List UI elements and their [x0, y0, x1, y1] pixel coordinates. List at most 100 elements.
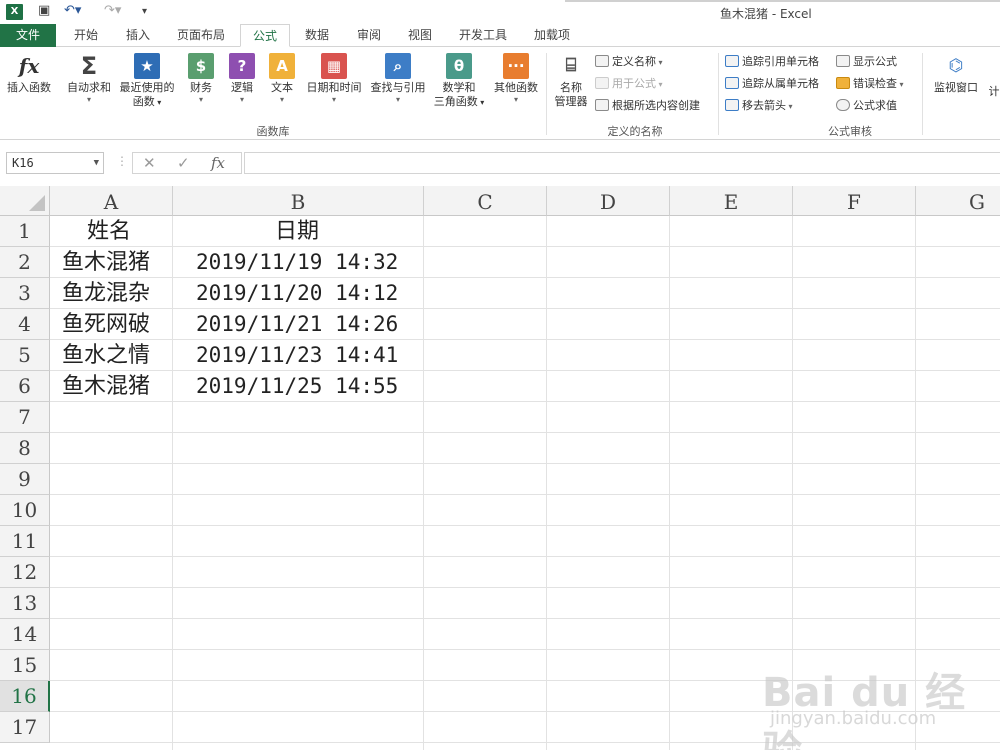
recently-used-button[interactable]: ★ 最近使用的 函数 ▾ — [116, 53, 178, 110]
row-header[interactable]: 3 — [0, 278, 50, 309]
row-header[interactable]: 6 — [0, 371, 50, 402]
group-label-formula-auditing: 公式审核 — [828, 125, 872, 138]
fx-icon[interactable]: fx — [211, 153, 225, 173]
math-trig-button[interactable]: θ 数学和 三角函数 ▾ — [430, 53, 488, 110]
date-time-button[interactable]: ▦ 日期和时间 ▾ — [302, 53, 366, 104]
redo-icon[interactable]: ↷▾ — [104, 3, 121, 18]
gridline — [50, 432, 1000, 433]
cell-b1[interactable]: 日期 — [275, 216, 319, 247]
tab-insert[interactable]: 插入 — [116, 24, 160, 47]
cancel-icon[interactable]: ✕ — [143, 153, 156, 173]
create-from-selection-button[interactable]: 根据所选内容创建 — [595, 97, 700, 115]
watermark-url: jingyan.baidu.com — [770, 708, 937, 729]
gridline — [50, 494, 1000, 495]
cell-a6[interactable]: 鱼木混猪 — [62, 371, 150, 402]
more-functions-button[interactable]: ··· 其他函数 ▾ — [490, 53, 542, 104]
name-box[interactable]: K16 ▼ — [6, 152, 104, 174]
tab-page-layout[interactable]: 页面布局 — [170, 24, 232, 47]
gridline — [546, 216, 547, 750]
excel-logo-icon[interactable]: X — [6, 4, 23, 20]
cell-a4[interactable]: 鱼死网破 — [62, 309, 150, 340]
autosum-button[interactable]: Σ 自动求和 ▾ — [62, 53, 116, 104]
trace-dependents-button[interactable]: 追踪从属单元格 — [725, 75, 819, 93]
cell-a3[interactable]: 鱼龙混杂 — [62, 278, 150, 309]
cell-b2[interactable]: 2019/11/19 14:32 — [196, 247, 398, 278]
calculation-button-partial[interactable]: 计 — [988, 85, 1000, 99]
formula-input[interactable] — [244, 152, 1000, 174]
tab-view[interactable]: 视图 — [400, 24, 440, 47]
column-header-b[interactable]: B — [173, 186, 424, 216]
column-header-a[interactable]: A — [50, 186, 173, 216]
error-checking-icon — [836, 77, 850, 89]
show-formulas-button[interactable]: 显示公式 — [836, 53, 897, 71]
logical-button[interactable]: ? 逻辑 ▾ — [224, 53, 260, 104]
tab-home[interactable]: 开始 — [64, 24, 108, 47]
cell-a5[interactable]: 鱼水之情 — [62, 340, 150, 371]
remove-arrows-icon — [725, 99, 739, 111]
name-manager-button[interactable]: ⌸ 名称 管理器 — [550, 53, 592, 109]
name-manager-icon: ⌸ — [565, 55, 577, 76]
customize-qat-icon[interactable]: ▾ — [142, 6, 147, 17]
remove-arrows-button[interactable]: 移去箭头 ▾ — [725, 97, 793, 115]
financial-button[interactable]: $ 财务 ▾ — [182, 53, 220, 104]
row-header-selected[interactable]: 16 — [0, 681, 50, 712]
error-checking-button[interactable]: 错误检查 ▾ — [836, 75, 904, 93]
insert-function-button[interactable]: fx 插入函数 — [2, 53, 56, 95]
calendar-book-icon: ▦ — [321, 53, 347, 79]
column-header-g[interactable]: G — [916, 186, 1000, 216]
text-book-icon: A — [269, 53, 295, 79]
trace-precedents-button[interactable]: 追踪引用单元格 — [725, 53, 819, 71]
undo-icon[interactable]: ↶▾ — [64, 3, 81, 18]
formula-buttons: ✕ ✓ fx — [132, 152, 242, 174]
lookup-reference-button[interactable]: ⌕ 查找与引用 ▾ — [366, 53, 430, 104]
fx-icon: fx — [18, 54, 40, 78]
group-label-defined-names: 定义的名称 — [607, 125, 663, 138]
tab-data[interactable]: 数据 — [296, 24, 338, 47]
select-all-button[interactable] — [0, 186, 50, 216]
chevron-down-icon[interactable]: ▼ — [94, 153, 99, 173]
row-header[interactable]: 5 — [0, 340, 50, 371]
row-header[interactable]: 14 — [0, 619, 50, 650]
column-header-d[interactable]: D — [547, 186, 670, 216]
gridline — [423, 216, 424, 750]
row-header[interactable]: 8 — [0, 433, 50, 464]
gridline — [50, 370, 1000, 371]
row-header[interactable]: 15 — [0, 650, 50, 681]
row-header[interactable]: 13 — [0, 588, 50, 619]
column-header-f[interactable]: F — [793, 186, 916, 216]
text-button[interactable]: A 文本 ▾ — [264, 53, 300, 104]
chevron-down-icon: ▾ — [279, 95, 284, 104]
enter-icon[interactable]: ✓ — [177, 153, 190, 173]
chevron-down-icon: ▾ — [786, 102, 793, 111]
chevron-down-icon: ▾ — [198, 95, 203, 104]
cell-a2[interactable]: 鱼木混猪 — [62, 247, 150, 278]
row-header[interactable]: 9 — [0, 464, 50, 495]
tab-add-ins[interactable]: 加载项 — [526, 24, 578, 47]
row-header[interactable]: 17 — [0, 712, 50, 743]
row-header[interactable]: 2 — [0, 247, 50, 278]
row-header[interactable]: 1 — [0, 216, 50, 247]
save-icon[interactable]: ▣ — [38, 3, 50, 18]
row-header[interactable]: 10 — [0, 495, 50, 526]
watch-window-button[interactable]: ⌬ 监视窗口 — [928, 53, 984, 95]
tab-formulas[interactable]: 公式 — [240, 24, 290, 47]
use-in-formula-button[interactable]: 用于公式 ▾ — [595, 75, 663, 93]
cell-b4[interactable]: 2019/11/21 14:26 — [196, 309, 398, 340]
evaluate-formula-button[interactable]: 公式求值 — [836, 97, 897, 115]
column-header-e[interactable]: E — [670, 186, 793, 216]
row-header[interactable]: 4 — [0, 309, 50, 340]
tab-review[interactable]: 审阅 — [348, 24, 390, 47]
cell-b5[interactable]: 2019/11/23 14:41 — [196, 340, 398, 371]
row-header[interactable]: 11 — [0, 526, 50, 557]
tab-developer[interactable]: 开发工具 — [452, 24, 514, 47]
column-header-c[interactable]: C — [424, 186, 547, 216]
row-header[interactable]: 12 — [0, 557, 50, 588]
define-name-button[interactable]: 定义名称 ▾ — [595, 53, 663, 71]
splitter-dots-icon[interactable]: ⋮ — [116, 154, 128, 168]
tab-file[interactable]: 文件 — [0, 24, 56, 47]
chevron-down-icon: ▾ — [395, 95, 400, 104]
row-header[interactable]: 7 — [0, 402, 50, 433]
cell-b6[interactable]: 2019/11/25 14:55 — [196, 371, 398, 402]
cell-a1[interactable]: 姓名 — [87, 216, 131, 247]
cell-b3[interactable]: 2019/11/20 14:12 — [196, 278, 398, 309]
